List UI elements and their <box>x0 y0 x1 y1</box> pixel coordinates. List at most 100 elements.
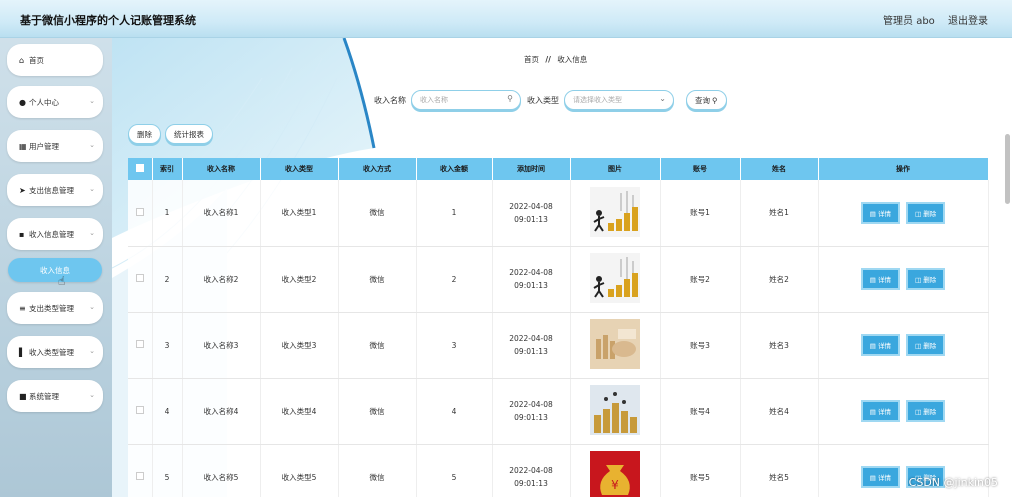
income-type-select[interactable]: 请选择收入类型 ⌄ <box>564 90 674 110</box>
grid-icon: ▦ <box>19 141 27 151</box>
table-row[interactable]: 4 收入名称4 收入类型4 微信 4 2022-04-08 09:01:13 账号4 姓名4 ▤… <box>128 378 989 445</box>
chevron-down-icon: ⌄ <box>89 97 95 105</box>
sidebar-item-home[interactable]: ⌂ 首页 <box>7 44 103 76</box>
select-all-cell[interactable] <box>128 158 153 180</box>
cell-actions: ▤ 详情 ◫ 删除 <box>818 444 989 497</box>
cell-time: 2022-04-08 09:01:13 <box>492 312 571 379</box>
send-icon: ➤ <box>19 185 26 195</box>
income-thumbnail[interactable]: ¥ <box>590 451 640 497</box>
cell-index: 1 <box>152 180 183 247</box>
action-toolbar: 删除 统计报表 <box>128 124 217 144</box>
app-title: 基于微信小程序的个人记账管理系统 <box>20 14 196 27</box>
cell-image <box>570 378 661 445</box>
cell-amount: 3 <box>416 312 493 379</box>
statistics-report-button[interactable]: 统计报表 <box>165 124 213 144</box>
sidebar-item-income-management[interactable]: ▪ 收入信息管理 ⌄ <box>7 218 103 250</box>
row-checkbox[interactable] <box>135 340 144 348</box>
detail-button[interactable]: ▤ 详情 <box>860 400 900 422</box>
query-button[interactable]: 查询 ⚲ <box>686 90 727 110</box>
chevron-down-icon: ⌄ <box>89 141 95 149</box>
cell-person: 姓名1 <box>740 180 819 247</box>
row-checkbox[interactable] <box>135 207 144 216</box>
row-checkbox[interactable] <box>135 472 144 480</box>
row-select-cell[interactable] <box>128 312 153 379</box>
income-name-input[interactable]: 收入名称 ⚲ <box>411 90 521 110</box>
sidebar-item-income-type-management[interactable]: ▌ 收入类型管理 ⌄ <box>7 336 103 368</box>
cell-time: 2022-04-08 09:01:13 <box>492 378 571 445</box>
table-row[interactable]: 5 收入名称5 收入类型5 微信 5 2022-04-08 09:01:13 ¥ 账号5 姓名5… <box>128 444 989 497</box>
income-thumbnail[interactable] <box>590 253 640 303</box>
cell-image <box>570 180 661 247</box>
detail-button[interactable]: ▤ 详情 <box>860 466 900 488</box>
cell-type: 收入类型4 <box>260 378 339 445</box>
sidebar-item-label: 个人中心 <box>29 97 59 107</box>
column-header: 收入名称 <box>182 158 261 180</box>
cell-amount: 1 <box>416 180 493 247</box>
query-button-label: 查询 <box>695 95 710 105</box>
row-select-cell[interactable] <box>128 246 153 313</box>
breadcrumb-separator: // <box>545 55 551 64</box>
row-select-cell[interactable] <box>128 378 153 445</box>
apps-icon: ▪ <box>19 229 25 239</box>
cell-name: 收入名称1 <box>182 180 261 247</box>
detail-button[interactable]: ▤ 详情 <box>860 334 900 356</box>
search-icon: ⚲ <box>507 94 513 103</box>
cell-type: 收入类型5 <box>260 444 339 497</box>
cell-actions: ▤ 详情 ◫ 删除 <box>818 180 989 247</box>
select-all-checkbox[interactable] <box>135 164 144 172</box>
sidebar-item-system-management[interactable]: ■ 系统管理 ⌄ <box>7 380 103 412</box>
detail-button[interactable]: ▤ 详情 <box>860 268 900 290</box>
cell-account: 账号4 <box>660 378 741 445</box>
sidebar-item-personal-center[interactable]: ● 个人中心 ⌄ <box>7 86 103 118</box>
detail-button[interactable]: ▤ 详情 <box>860 201 900 224</box>
cell-index: 4 <box>152 378 183 445</box>
chevron-down-icon: ⌄ <box>89 303 95 311</box>
document-icon: ▤ <box>869 342 878 350</box>
chevron-down-icon: ⌄ <box>89 391 95 399</box>
column-header: 收入方式 <box>338 158 417 180</box>
breadcrumb-home[interactable]: 首页 <box>524 55 539 64</box>
chart-icon: ▌ <box>19 347 26 357</box>
table-row[interactable]: 1 收入名称1 收入类型1 微信 1 2022-04-08 09:01:13 账号1 姓名1 ▤… <box>128 180 989 247</box>
income-thumbnail[interactable] <box>590 186 640 237</box>
breadcrumb-current: 收入信息 <box>557 55 588 64</box>
vertical-scrollbar[interactable] <box>1005 134 1010 204</box>
cell-time: 2022-04-08 09:01:13 <box>492 246 571 313</box>
sidebar-item-label: 支出类型管理 <box>29 303 74 313</box>
mouse-pointer-icon: ☝ <box>58 274 66 288</box>
document-icon: ▤ <box>869 474 878 482</box>
table-row[interactable]: 3 收入名称3 收入类型3 微信 3 2022-04-08 09:01:13 账号3 姓名3 ▤… <box>128 312 989 379</box>
user-icon: ● <box>19 97 26 107</box>
sidebar-item-expense-type-management[interactable]: ≡ 支出类型管理 ⌄ <box>7 292 103 324</box>
row-checkbox[interactable] <box>135 406 144 414</box>
delete-button[interactable]: ◫ 删除 <box>906 201 946 224</box>
row-select-cell[interactable] <box>128 444 153 497</box>
bulk-delete-button[interactable]: 删除 <box>128 124 161 144</box>
cell-actions: ▤ 详情 ◫ 删除 <box>818 312 989 379</box>
table-row[interactable]: 2 收入名称2 收入类型2 微信 2 2022-04-08 09:01:13 账号2 姓名2 ▤… <box>128 246 989 313</box>
income-thumbnail[interactable] <box>590 385 640 435</box>
cell-method: 微信 <box>338 180 417 247</box>
cell-index: 2 <box>152 246 183 313</box>
row-select-cell[interactable] <box>128 180 153 247</box>
cell-time: 2022-04-08 09:01:13 <box>492 444 571 497</box>
income-thumbnail[interactable] <box>590 319 640 369</box>
cell-person: 姓名4 <box>740 378 819 445</box>
income-type-placeholder: 请选择收入类型 <box>573 96 622 104</box>
delete-button[interactable]: ◫ 删除 <box>906 400 946 422</box>
cell-name: 收入名称3 <box>182 312 261 379</box>
delete-button[interactable]: ◫ 删除 <box>906 268 946 290</box>
delete-button-label: 删除 <box>923 209 937 218</box>
sidebar-item-label: 支出信息管理 <box>29 185 74 195</box>
sidebar-item-user-management[interactable]: ▦ 用户管理 ⌄ <box>7 130 103 162</box>
sidebar-item-expense-management[interactable]: ➤ 支出信息管理 ⌄ <box>7 174 103 206</box>
row-checkbox[interactable] <box>135 274 144 282</box>
cell-image <box>570 246 661 313</box>
sidebar-item-income-info[interactable]: 收入信息 <box>8 258 102 282</box>
cell-method: 微信 <box>338 246 417 313</box>
delete-button[interactable]: ◫ 删除 <box>906 334 946 356</box>
logout-link[interactable]: 退出登录 <box>948 16 988 27</box>
svg-text:¥: ¥ <box>611 478 619 492</box>
sidebar-item-label: 首页 <box>29 55 44 65</box>
document-icon: ▤ <box>869 209 878 218</box>
